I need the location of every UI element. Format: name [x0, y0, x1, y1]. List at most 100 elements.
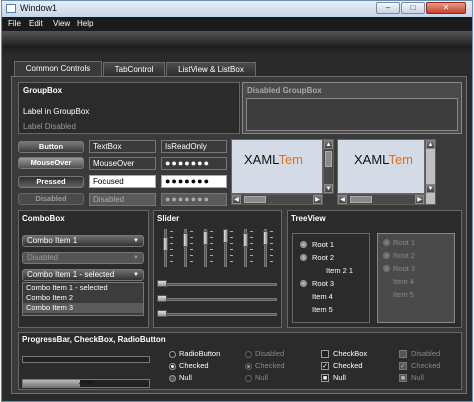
scrollviewer-2[interactable]: XAMLTem [337, 139, 425, 194]
groupbox: GroupBox Label in GroupBox Label Disable… [18, 82, 240, 134]
treeview: Root 1 Root 2 Item 2 1 Root 3 Item 4 Ite… [292, 233, 370, 323]
textbox-mouseover[interactable]: MouseOver [89, 157, 156, 170]
tree-node[interactable]: Root 2 [312, 253, 334, 262]
combobox-1[interactable]: Combo Item 1 ▼ [22, 235, 144, 247]
maximize-button[interactable]: □ [401, 2, 425, 14]
progressbar-label: 45% [78, 380, 93, 387]
combobox-disabled[interactable]: Disabled ▼ [22, 252, 144, 264]
scrollviewer-2-vscroll[interactable]: ▲ ▼ [425, 139, 436, 205]
disabled-groupbox: Disabled GroupBox [242, 82, 462, 134]
scrollviewer-1[interactable]: XAMLTem [231, 139, 323, 194]
scroll-up-icon[interactable]: ▲ [426, 140, 435, 149]
menu-file[interactable]: File [8, 19, 21, 28]
hslider-thumb[interactable] [157, 295, 167, 302]
slider-tick [250, 243, 253, 244]
textbox-focused[interactable]: Focused [89, 175, 156, 188]
slider-tick [230, 255, 233, 256]
scroll-right-icon[interactable]: ▶ [415, 195, 424, 204]
scroll-left-icon[interactable]: ◀ [232, 195, 241, 204]
combobox-3[interactable]: Combo Item 1 - selected ▼ [22, 269, 144, 281]
close-button[interactable]: ✕ [426, 2, 466, 14]
textbox-disabled[interactable]: Disabled [89, 193, 156, 206]
vslider-thumb[interactable] [203, 231, 208, 245]
slider-tick [190, 237, 193, 238]
slider-tick [170, 261, 173, 262]
scrollviewer-2-hscroll[interactable]: ◀ ▶ [337, 194, 425, 205]
tree-node[interactable]: Root 3 [312, 279, 334, 288]
combobox-3-value: Combo Item 1 - selected [27, 270, 115, 279]
slider-tick [230, 249, 233, 250]
list-item[interactable]: Combo Item 1 - selected [23, 283, 143, 293]
checkbox-null[interactable]: ■ [321, 374, 329, 382]
tree-node[interactable]: Item 5 [312, 305, 333, 314]
radiobutton-disabled-label: Disabled [255, 349, 285, 358]
tree-node: Root 1 [393, 238, 416, 247]
scrollviewer-1-hscroll[interactable]: ◀ ▶ [231, 194, 323, 205]
radiobutton-disabled-null [245, 375, 252, 382]
scroll-thumb[interactable] [244, 196, 266, 203]
tree-node[interactable]: Item 2 1 [326, 266, 353, 275]
vslider-thumb[interactable] [163, 237, 168, 251]
scroll-thumb[interactable] [350, 196, 372, 203]
scroll-up-icon[interactable]: ▲ [324, 140, 333, 149]
vslider-thumb[interactable] [243, 233, 248, 247]
expander-icon[interactable] [300, 254, 307, 261]
list-item[interactable]: Combo Item 2 [23, 293, 143, 303]
menu-help[interactable]: Help [77, 19, 93, 28]
vslider-thumb[interactable] [223, 229, 228, 243]
vslider-thumb[interactable] [183, 233, 188, 247]
title-bar: Window1 – □ ✕ [2, 1, 472, 17]
expander-icon[interactable] [300, 241, 307, 248]
menu-view[interactable]: View [53, 19, 70, 28]
button[interactable]: Button [18, 141, 84, 153]
slider-tick [270, 261, 273, 262]
chevron-down-icon: ▼ [133, 272, 139, 278]
expander-icon[interactable] [300, 280, 307, 287]
slider-tick [270, 231, 273, 232]
radiobutton-disabled-checked-label: Checked [255, 361, 285, 370]
button-mouseover[interactable]: MouseOver [18, 157, 84, 169]
hslider-3[interactable] [157, 313, 277, 316]
radiobutton[interactable] [169, 351, 176, 358]
hslider-1[interactable] [157, 283, 277, 286]
hslider-thumb[interactable] [157, 280, 167, 287]
tab-tabcontrol[interactable]: TabControl [103, 62, 165, 76]
radiobutton-null[interactable] [169, 375, 176, 382]
vslider-thumb[interactable] [263, 231, 268, 245]
radiobutton-null-label: Null [179, 373, 192, 382]
checkbox[interactable] [321, 350, 329, 358]
scroll-left-icon[interactable]: ◀ [338, 195, 347, 204]
radiobutton-checked[interactable] [169, 363, 176, 370]
tree-node[interactable]: Root 1 [312, 240, 334, 249]
tree-node[interactable]: Item 4 [312, 292, 333, 301]
slider-tick [210, 243, 213, 244]
tab-common-controls[interactable]: Common Controls [14, 61, 102, 77]
menu-edit[interactable]: Edit [29, 19, 43, 28]
window-title: Window1 [20, 3, 58, 13]
toolbar-band [2, 31, 472, 57]
list-item[interactable]: Combo Item 3 [23, 303, 143, 313]
passwordbox-focused[interactable]: ●●●●●●● [161, 175, 227, 188]
scrollviewer-1-vscroll[interactable]: ▲ ▼ [323, 139, 334, 194]
hslider-2[interactable] [157, 298, 277, 301]
scroll-down-icon[interactable]: ▼ [324, 184, 333, 193]
slider-tick [230, 231, 233, 232]
scroll-right-icon[interactable]: ▶ [313, 195, 322, 204]
radiobutton-label: RadioButton [179, 349, 221, 358]
scroll-thumb[interactable] [325, 151, 332, 167]
slider-tick [270, 255, 273, 256]
scroll-down-icon[interactable]: ▼ [426, 184, 435, 193]
groupbox-label-disabled: Label Disabled [23, 122, 76, 131]
passwordbox-disabled[interactable]: ●●●●●●● [161, 193, 227, 206]
textbox[interactable]: TextBox [89, 140, 156, 153]
readonly-textbox[interactable]: IsReadOnly [161, 140, 227, 153]
slider-tick [270, 237, 273, 238]
checkbox-checked[interactable]: ✓ [321, 362, 329, 370]
minimize-button[interactable]: – [376, 2, 400, 14]
hslider-thumb[interactable] [157, 310, 167, 317]
tab-listview-listbox[interactable]: ListView & ListBox [166, 62, 256, 76]
passwordbox[interactable]: ●●●●●●● [161, 157, 227, 170]
button-pressed[interactable]: Pressed [18, 176, 84, 188]
button-disabled[interactable]: Disabled [18, 193, 84, 205]
slider-tick [170, 237, 173, 238]
